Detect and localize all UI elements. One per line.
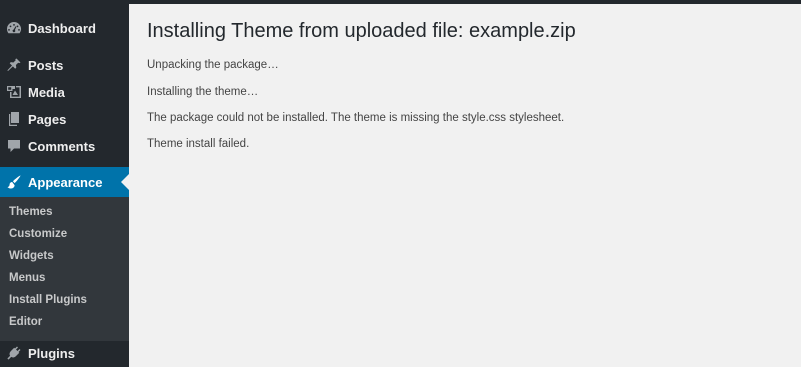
sidebar-item-pages[interactable]: Pages <box>0 106 129 132</box>
brush-icon <box>6 174 22 190</box>
comment-icon <box>6 138 22 154</box>
log-line-installing: Installing the theme… <box>147 86 259 98</box>
dashboard-icon <box>6 20 22 36</box>
log-line-failed: Theme install failed. <box>147 138 250 150</box>
appearance-submenu: Themes Customize Widgets Menus Install P… <box>0 197 129 341</box>
submenu-item-customize[interactable]: Customize <box>9 228 67 240</box>
current-menu-arrow <box>121 174 129 190</box>
sidebar-item-label: Comments <box>28 138 96 154</box>
sidebar-item-label: Plugins <box>28 345 75 361</box>
submenu-item-themes[interactable]: Themes <box>9 206 52 218</box>
log-line-unpacking: Unpacking the package… <box>147 59 279 71</box>
sidebar-item-label: Dashboard <box>28 20 96 36</box>
sidebar-item-label: Pages <box>28 111 67 127</box>
sidebar-item-label: Media <box>28 84 65 100</box>
admin-sidebar: Dashboard Posts Media Pages Comments App… <box>0 4 129 367</box>
submenu-item-install-plugins[interactable]: Install Plugins <box>9 294 87 306</box>
sidebar-item-comments[interactable]: Comments <box>0 133 129 159</box>
submenu-item-editor[interactable]: Editor <box>9 316 42 328</box>
sidebar-item-label: Posts <box>28 57 64 73</box>
main-content: Installing Theme from uploaded file: exa… <box>129 4 801 367</box>
log-line-error: The package could not be installed. The … <box>147 112 565 124</box>
media-icon <box>6 84 22 100</box>
sidebar-item-appearance[interactable]: Appearance <box>0 167 129 197</box>
pages-icon <box>6 111 22 127</box>
sidebar-item-media[interactable]: Media <box>0 79 129 105</box>
sidebar-item-dashboard[interactable]: Dashboard <box>0 15 129 41</box>
pin-icon <box>6 57 22 73</box>
submenu-item-widgets[interactable]: Widgets <box>9 250 54 262</box>
sidebar-item-label: Appearance <box>28 174 103 190</box>
submenu-item-menus[interactable]: Menus <box>9 272 45 284</box>
sidebar-item-plugins[interactable]: Plugins <box>0 340 129 366</box>
sidebar-item-posts[interactable]: Posts <box>0 52 129 78</box>
page-title: Installing Theme from uploaded file: exa… <box>147 20 576 42</box>
plug-icon <box>6 345 22 361</box>
